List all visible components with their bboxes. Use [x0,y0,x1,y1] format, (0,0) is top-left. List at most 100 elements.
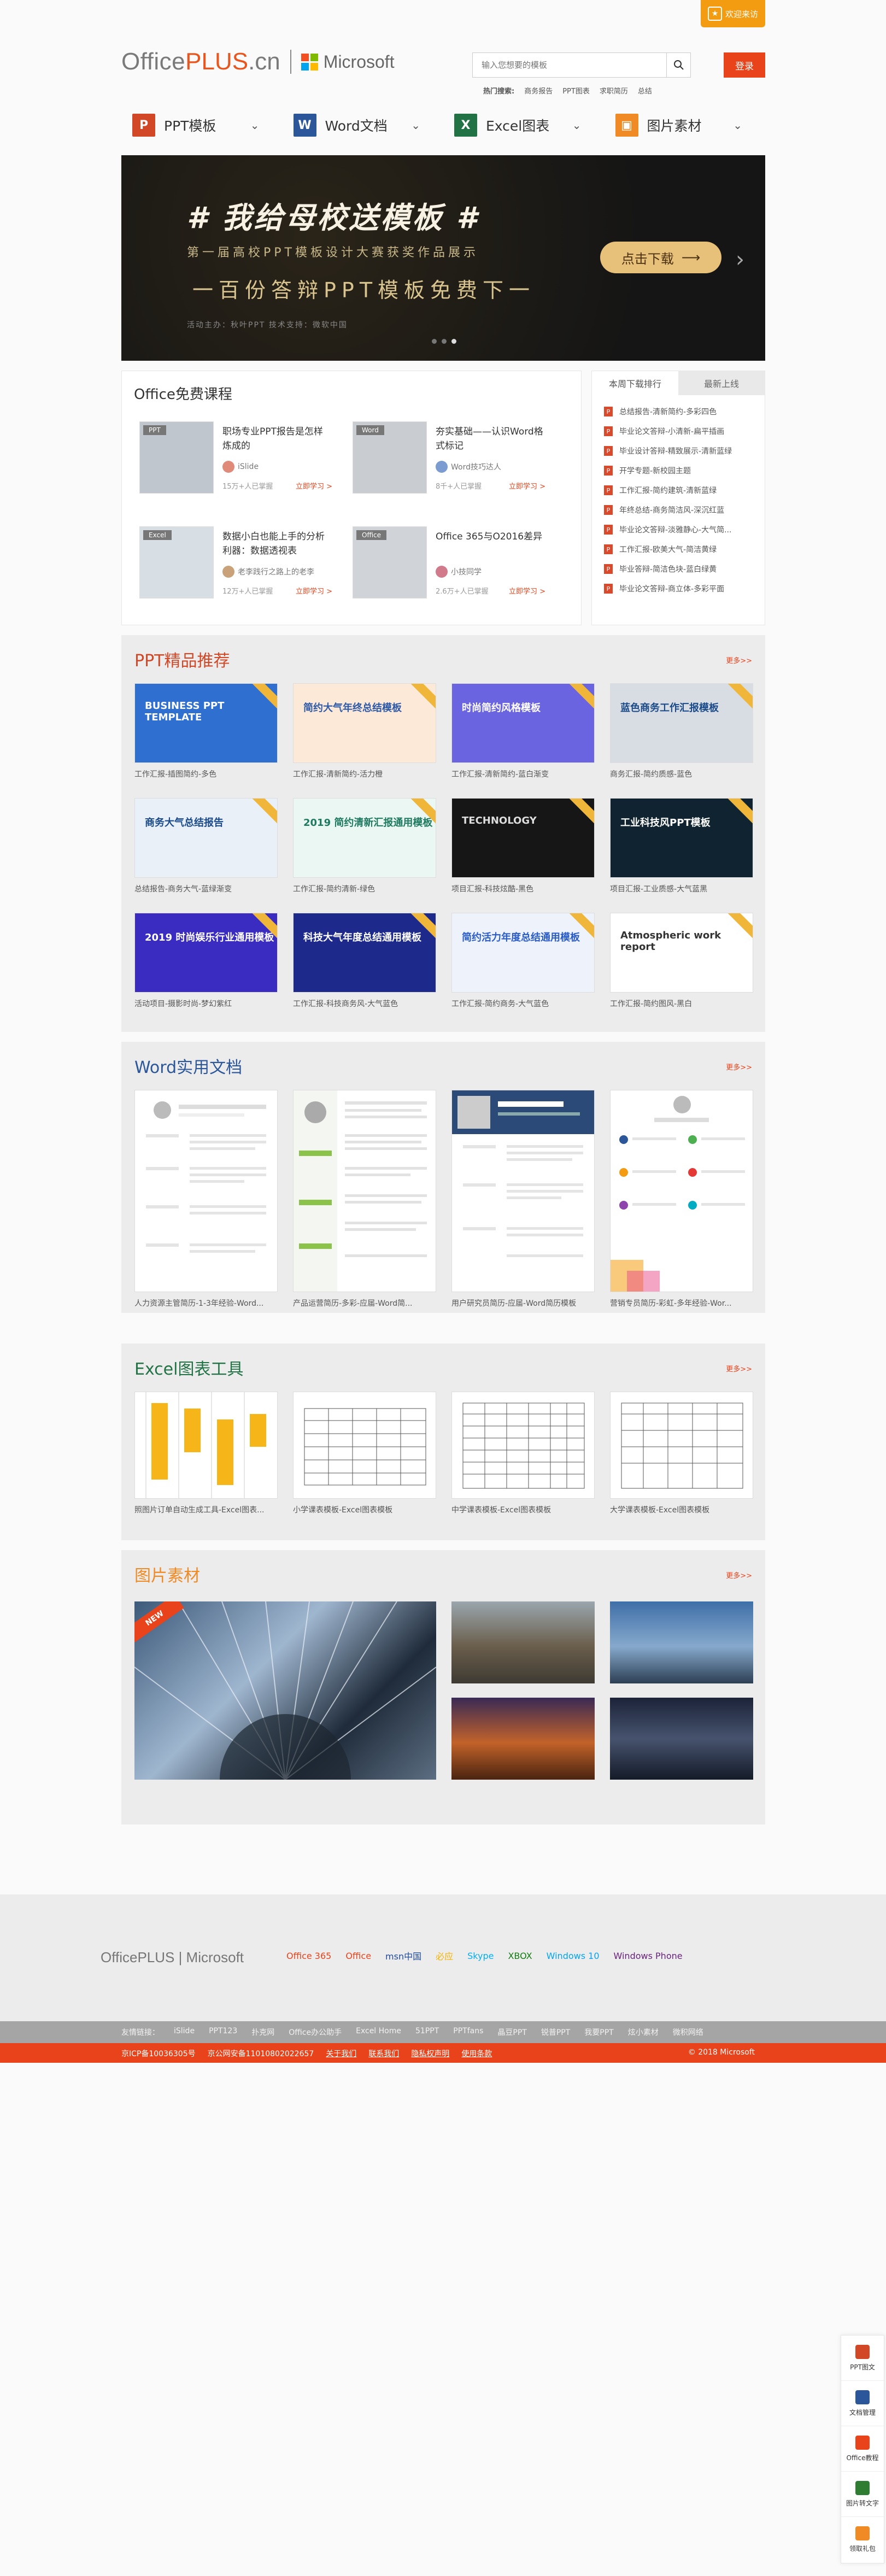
ppt-tile[interactable]: BUSINESS PPT TEMPLATE 工作汇报-插图简约-多色 [134,683,278,779]
friend-link[interactable]: PPTfans [453,2027,483,2038]
nav-ppt[interactable]: P PPT模板 ⌄ [121,107,283,143]
carousel-dot[interactable] [442,339,447,344]
course-card[interactable]: Word 夯实基础——认识Word格式标记 Word技巧达人 8千+人已掌握 立… [346,415,554,500]
friend-link[interactable]: 炫小素材 [628,2027,659,2038]
ranking-item[interactable]: P 工作汇报-简约建筑-清新蓝绿 [604,480,754,500]
ppt-tile[interactable]: 2019 时尚娱乐行业通用模板 活动项目-摄影时尚-梦幻紫红 [134,913,278,1009]
carousel-dot[interactable] [432,339,437,344]
course-learn-link[interactable]: 立即学习 > [296,480,332,491]
partner-bing[interactable]: 必应 [436,1949,453,1962]
nav-word[interactable]: W Word文档 ⌄ [283,107,444,143]
course-learn-link[interactable]: 立即学习 > [296,585,332,596]
course-card[interactable]: PPT 职场专业PPT报告是怎样炼成的 iSlide 15万+人已掌握 立即学习… [133,415,341,500]
favorite-badge[interactable]: ★ 欢迎来访 [701,0,765,27]
word-more-link[interactable]: 更多>> [726,1061,752,1072]
course-learn-link[interactable]: 立即学习 > [509,480,545,491]
featured-image[interactable]: NEW [134,1601,436,1780]
search-button[interactable] [666,53,690,77]
ranking-item[interactable]: P 总结报告-清新简约-多彩四色 [604,402,754,421]
hot-search-link[interactable]: 商务报告 [524,85,553,96]
ranking-item[interactable]: P 年终总结-商务简洁风-深沉红蓝 [604,500,754,520]
footer-logo[interactable]: OfficePLUS | Microsoft [101,1949,244,1966]
partner-office[interactable]: Office [345,1951,371,1961]
friend-link[interactable]: 我要PPT [584,2027,613,2038]
hot-search-link[interactable]: 总结 [638,85,652,96]
ppt-more-link[interactable]: 更多>> [726,655,752,665]
word-tile[interactable]: 营销专员简历-彩虹-多年经验-Wor... [610,1090,753,1308]
ppt-tile[interactable]: 科技大气年度总结通用模板 工作汇报-科技商务风-大气蓝色 [293,913,436,1009]
carousel-next-icon[interactable]: › [736,247,744,272]
tab-latest[interactable]: 最新上线 [678,371,765,395]
image-tile-satellite[interactable] [610,1698,753,1780]
friend-link[interactable]: iSlide [174,2027,195,2038]
ppt-tile[interactable]: 简约大气年终总结模板 工作汇报-清新简约-活力橙 [293,683,436,779]
excel-icon: X [454,114,477,137]
course-card[interactable]: Excel 数据小白也能上手的分析利器：数据透视表 老李践行之路上的老李 12万… [133,520,341,605]
hero-banner[interactable]: # 我给母校送模板 # 第一届高校PPT模板设计大赛获奖作品展示 一百份答辩PP… [121,155,765,361]
friend-link[interactable]: 晶豆PPT [497,2027,526,2038]
search-input[interactable] [473,53,666,77]
partner-windows10[interactable]: Windows 10 [547,1951,600,1961]
friend-link[interactable]: 扑克网 [251,2027,274,2038]
word-tile[interactable]: 产品运营简历-多彩-应届-Word简... [293,1090,436,1308]
friend-link[interactable]: Excel Home [356,2027,401,2038]
partner-msn[interactable]: msn中国 [385,1949,421,1962]
privacy-link[interactable]: 隐私权声明 [411,2048,449,2059]
partner-skype[interactable]: Skype [467,1951,494,1961]
float-item-ppt[interactable]: PPT图文 [841,2336,884,2381]
images-more-link[interactable]: 更多>> [726,1570,752,1580]
hot-search-link[interactable]: PPT图表 [562,85,590,96]
ppt-tile[interactable]: 简约活力年度总结通用模板 工作汇报-简约商务-大气蓝色 [451,913,595,1009]
image-tile-pier[interactable] [610,1601,753,1683]
float-item-gift[interactable]: 领取礼包 [841,2517,884,2562]
partner-windows-phone[interactable]: Windows Phone [614,1951,683,1961]
float-item-ocr[interactable]: 图片转文字 [841,2472,884,2517]
friend-link[interactable]: Office办公助手 [289,2027,342,2038]
partner-xbox[interactable]: XBOX [508,1951,532,1961]
ranking-item[interactable]: P 毕业论文答辩-商立体-多彩平面 [604,579,754,598]
contact-link[interactable]: 联系我们 [368,2048,399,2059]
course-learn-link[interactable]: 立即学习 > [509,585,545,596]
excel-tile[interactable]: 照图片订单自动生成工具-Excel图表... [134,1392,278,1515]
excel-tile[interactable]: 大学课表模板-Excel图表模板 [610,1392,753,1515]
excel-tile[interactable]: 小学课表模板-Excel图表模板 [293,1392,436,1515]
ranking-item[interactable]: P 毕业论文答辩-小清新-扁平插画 [604,421,754,441]
word-tile[interactable]: 用户研究员简历-应届-Word简历模板 [451,1090,595,1308]
ppt-tile[interactable]: Atmospheric work report 工作汇报-简约图风-黑白 [610,913,753,1009]
ppt-tile[interactable]: 时尚简约风格模板 工作汇报-清新简约-蓝白渐变 [451,683,595,779]
tab-weekly[interactable]: 本周下载排行 [592,371,678,395]
ppt-tile[interactable]: 蓝色商务工作汇报模板 商务汇报-简约质感-蓝色 [610,683,753,779]
friend-link[interactable]: 51PPT [415,2027,439,2038]
ranking-item[interactable]: P 毕业设计答辩-精致展示-清新蓝绿 [604,441,754,461]
nav-images[interactable]: ▣ 图片素材 ⌄ [605,107,766,143]
excel-more-link[interactable]: 更多>> [726,1363,752,1374]
image-tile-city-night[interactable] [451,1698,595,1780]
course-card[interactable]: Office Office 365与O2016差异 小技同学 2.6万+人已掌握… [346,520,554,605]
course-thumbnail: Excel [139,526,214,598]
ppt-tile[interactable]: 商务大气总结报告 总结报告-商务大气-蓝绿渐变 [134,798,278,894]
ppt-tile[interactable]: 2019 简约清新汇报通用模板 工作汇报-简约清新-绿色 [293,798,436,894]
ppt-tile[interactable]: 工业科技风PPT模板 项目汇报-工业质感-大气蓝黑 [610,798,753,894]
login-button[interactable]: 登录 [724,52,765,78]
excel-tile[interactable]: 中学课表模板-Excel图表模板 [451,1392,595,1515]
terms-link[interactable]: 使用条款 [461,2048,492,2059]
ranking-item[interactable]: P 开学专题-新校园主题 [604,461,754,480]
ppt-tile[interactable]: TECHNOLOGY 项目汇报-科技炫酷-黑色 [451,798,595,894]
nav-excel[interactable]: X Excel图表 ⌄ [443,107,605,143]
hot-search-link[interactable]: 求职简历 [600,85,628,96]
float-item-docs[interactable]: 文档管理 [841,2381,884,2426]
word-tile[interactable]: 人力资源主管简历-1-3年经验-Word... [134,1090,278,1308]
friend-link[interactable]: PPT123 [209,2027,237,2038]
banner-download-button[interactable]: 点击下载 ⟶ [600,242,721,273]
carousel-dot-active[interactable] [451,339,456,344]
about-link[interactable]: 关于我们 [326,2048,356,2059]
site-logo[interactable]: Office PLUS .cn Microsoft [121,48,395,75]
friend-link[interactable]: 锐普PPT [541,2027,570,2038]
partner-office365[interactable]: Office 365 [286,1951,331,1961]
float-item-tutorial[interactable]: Office教程 [841,2426,884,2472]
ranking-item[interactable]: P 毕业答辩-简洁色块-蓝白绿黄 [604,559,754,579]
ranking-item[interactable]: P 毕业论文答辩-淡雅静心-大气简... [604,520,754,539]
friend-link[interactable]: 微积网络 [673,2027,703,2038]
image-tile-castle[interactable] [451,1601,595,1683]
ranking-item[interactable]: P 工作汇报-欧美大气-简洁黄绿 [604,539,754,559]
